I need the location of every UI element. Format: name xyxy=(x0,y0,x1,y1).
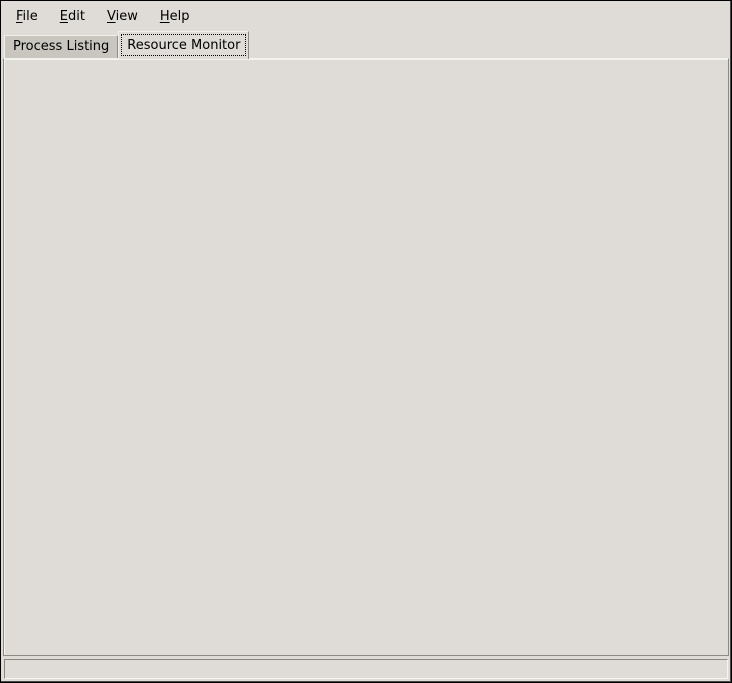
menu-file[interactable]: File xyxy=(5,5,49,28)
tab-process-listing[interactable]: Process Listing xyxy=(4,35,118,59)
tab-strip: Process Listing Resource Monitor xyxy=(4,31,249,59)
menu-edit[interactable]: Edit xyxy=(49,5,96,28)
system-monitor-window: File Edit View Help Process Listing Reso… xyxy=(0,0,732,683)
menu-help[interactable]: Help xyxy=(149,5,201,28)
status-bar xyxy=(4,659,728,679)
menu-bar: File Edit View Help xyxy=(3,3,729,30)
tab-resource-monitor[interactable]: Resource Monitor xyxy=(118,31,249,59)
menu-view[interactable]: View xyxy=(96,5,149,28)
resource-monitor-page xyxy=(3,58,729,656)
